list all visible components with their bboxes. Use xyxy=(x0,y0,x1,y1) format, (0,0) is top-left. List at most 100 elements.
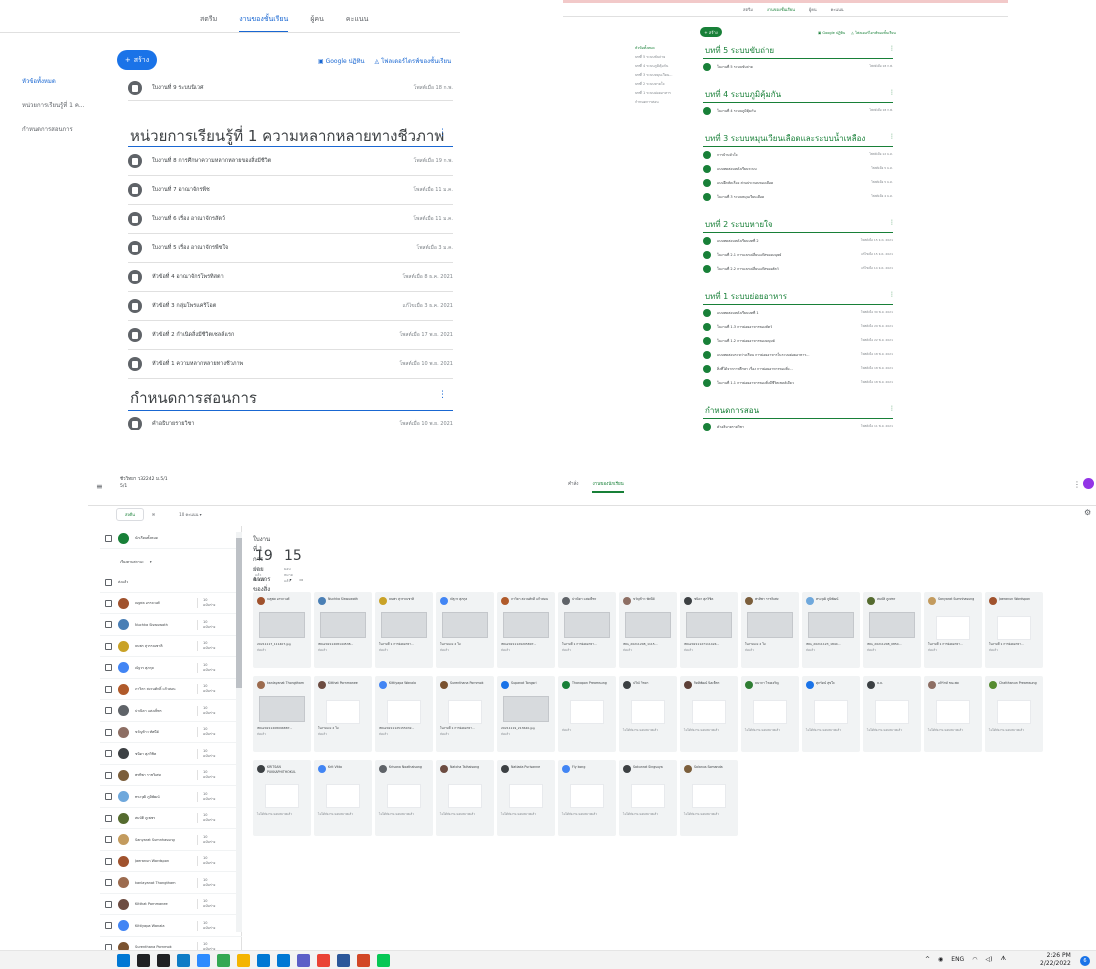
submission-card[interactable]: Supanat Tongsri 20211119_213640.jpg ส่งแล้… xyxy=(497,676,555,752)
grade-cell[interactable]: 10 ฉบับร่าง xyxy=(197,641,215,651)
submission-card[interactable]: ขวัญข้าว ทัศนีย์ IMG_20211208_1115... ส่งแ… xyxy=(619,592,677,668)
checkbox[interactable] xyxy=(105,857,112,865)
student-row[interactable]: ภาวิตา สงวนศักดิ์ แก้วสอน 10 ฉบับร่าง xyxy=(100,679,242,700)
student-row[interactable]: ณัฐวร ศุภกุล 10 ฉบับร่าง xyxy=(100,658,242,679)
checkbox[interactable] xyxy=(105,578,112,586)
assignment-row[interactable]: หัวข้อที่ 2 กำเนิดสิ่งมีชีวิตเซลล์แรก โพส… xyxy=(128,324,453,346)
student-row[interactable]: พรทิพา ราชวิเศษ 10 ฉบับร่าง xyxy=(100,765,242,786)
assignment-row[interactable]: แบบทดสอบหลังเรียนระบบ โพสต์เมื่อ 5 ม.ค. xyxy=(703,162,893,175)
grade-cell[interactable]: 10 ฉบับร่าง xyxy=(197,770,215,780)
student-row[interactable]: Kittiyapa Wanala 10 ฉบับร่าง xyxy=(100,916,242,937)
checkbox[interactable] xyxy=(105,728,112,736)
drive-folder-link[interactable]: ◬ โฟลเดอร์ไดรฟ์ของชั้นเรียน xyxy=(375,56,452,66)
assignment-row[interactable]: แบบฝึกหัดเรื่อง ส่วนประกอบของเลือด โพสต์เ… xyxy=(703,176,893,189)
sidebar-item[interactable]: บทที่ 2 ระบบหายใจ xyxy=(635,80,672,89)
submission-card[interactable]: Surenthana Pornmok ใบงานที่ 1 การย่อยอาหา… xyxy=(436,676,494,752)
line-icon[interactable] xyxy=(377,954,390,967)
assignment-row[interactable]: ใบงานที่ 3 ระบบหมุนเวียนเลือด โพสต์เมื่อ … xyxy=(703,190,893,203)
submission-card[interactable]: ธนพร สุวรรณชาติ ใบงานที่ 1 การย่อยอาหา...… xyxy=(375,592,433,668)
drive-folder-link[interactable]: ◬ โฟลเดอร์ไดรฟ์ของชั้นเรียน xyxy=(851,30,896,36)
windows-start-icon[interactable] xyxy=(117,954,130,967)
checkbox[interactable] xyxy=(105,534,112,542)
student-row[interactable]: สมบัติ ภูเพชร 10 ฉบับร่าง xyxy=(100,808,242,829)
checkbox[interactable] xyxy=(105,922,112,929)
submission-card[interactable]: ทรงวุฒิ ภูมิพัฒน์ IMG_20211123_1844... ส่ง… xyxy=(802,592,860,668)
edge-icon[interactable] xyxy=(177,954,190,967)
student-row[interactable]: Jaeranun Wordspon 10 ฉบับร่าง xyxy=(100,851,242,872)
assignment-row[interactable]: ใบงานที่ 6 เรื่อง อาณาจักรสัตว์ โพสต์เมื่… xyxy=(128,208,453,230)
checkbox[interactable] xyxy=(105,900,112,908)
more-vert-icon[interactable]: ⋮ xyxy=(438,128,447,138)
submission-card[interactable]: Krit Vitta ไม่ได้ส่งงาน มอบหมายแล้ว xyxy=(314,760,372,836)
network-icon[interactable]: ◉ xyxy=(938,956,943,963)
submission-card[interactable]: Natlada Purisanne ไม่ได้ส่งงาน มอบหมายแล้… xyxy=(497,760,555,836)
sidebar-item[interactable]: บทที่ 1 ระบบย่อยอาหาร xyxy=(635,89,672,98)
sort-select[interactable]: เรียงตามสถานะ ▾ xyxy=(100,551,242,572)
grade-cell[interactable]: 10 ฉบับร่าง xyxy=(197,834,215,845)
student-row[interactable]: Sanyarat Sumnhasung 10 ฉบับร่าง xyxy=(100,830,242,851)
sidebar-item[interactable]: บทที่ 4 ระบบภูมิคุ้มกัน xyxy=(635,62,672,71)
assignment-row[interactable]: หัวข้อที่ 4 อาณาจักรโพรทิสตา โพสต์เมื่อ 8… xyxy=(128,266,453,288)
grade-cell[interactable]: 10 ฉบับร่าง xyxy=(197,727,215,737)
assigned-count[interactable]: 15 xyxy=(284,548,302,564)
grade-cell[interactable]: 10 ฉบับร่าง xyxy=(197,877,215,888)
submission-card[interactable]: Thanapon Preamsung ส่งแล้ว xyxy=(558,676,616,752)
teams-icon[interactable] xyxy=(297,954,310,967)
assignment-row[interactable]: ใบงานที่ 9 ระบบนิเวศ โพสต์เมื่อ 18 ก.พ. xyxy=(128,77,453,99)
more-vert-icon[interactable]: ⋮ xyxy=(889,291,895,298)
grade-cell[interactable]: 10 ฉบับร่าง xyxy=(197,748,215,759)
file-explorer-icon[interactable] xyxy=(237,954,250,967)
student-row[interactable]: Nuchka Siswuwoth 10 ฉบับร่าง xyxy=(100,615,242,636)
sidebar-item[interactable]: บทที่ 3 ระบบหมุนเวียน... xyxy=(635,71,672,80)
submission-card[interactable]: Krisana Noathaisong ไม่ได้ส่งงาน มอบหมายแ… xyxy=(375,760,433,836)
google-calendar-link[interactable]: ▣ Google ปฏิทิน xyxy=(818,30,845,36)
tab-classwork[interactable]: งานของชั้นเรียน xyxy=(239,14,289,33)
submission-card[interactable]: ณัฐวร ศุภกุล ใบงานบ.ม 2 ใบ ส่งแล้ว xyxy=(436,592,494,668)
submission-card[interactable]: Kittiyapa Wanala IMG20211125155032... ส่งแ… xyxy=(375,676,433,752)
return-button[interactable]: ส่งคืน xyxy=(116,508,144,521)
chrome-icon[interactable] xyxy=(217,954,230,967)
assignment-row[interactable]: ใบงานที่ 2.2 การแลกเปลี่ยนแก๊สของสัตว์ แก… xyxy=(703,262,893,275)
powerpoint-icon[interactable] xyxy=(357,954,370,967)
chrome-profile-icon[interactable] xyxy=(317,954,330,967)
grade-cell[interactable]: 10 ฉบับร่าง xyxy=(197,598,215,608)
grade-cell[interactable]: 10 ฉบับร่าง xyxy=(197,791,215,802)
word-icon[interactable] xyxy=(337,954,350,967)
material-row[interactable]: คำอธิบายรายวิชา โพสต์เมื่อ 10 พ.ย. 2021 xyxy=(128,413,453,430)
grade-cell[interactable]: 10 ฉบับร่าง xyxy=(197,662,215,673)
submission-card[interactable]: ณฐพล อรรถวงศ์ 20211117_111407.jpg ส่งแล้ว xyxy=(253,592,311,668)
checkbox[interactable] xyxy=(105,793,112,800)
chevron-up-icon[interactable]: ^ xyxy=(925,956,930,963)
checkbox[interactable] xyxy=(105,750,112,757)
submission-card[interactable]: ภาวิตา สงวนศักดิ์ แก้วสอน IMG202111292058… xyxy=(497,592,555,668)
grade-cell[interactable]: 10 ฉบับร่าง xyxy=(197,899,215,909)
grade-cell[interactable]: 10 ฉบับร่าง xyxy=(197,813,215,823)
assignment-row[interactable]: ใบงานที่ 5 เรื่อง อาณาจักรพืชใจ โพสต์เมื่… xyxy=(128,237,453,259)
ime-icon[interactable]: ᗑ xyxy=(1000,955,1006,963)
more-vert-icon[interactable]: ⋮ xyxy=(889,45,895,52)
submission-card[interactable]: ธ.ธ. ไม่ได้ส่งงาน มอบหมายแล้ว xyxy=(863,676,921,752)
student-list-scrollbar[interactable] xyxy=(236,532,242,932)
submission-card[interactable]: ปวีณ์ วิชยา ไม่ได้ส่งงาน มอบหมายแล้ว xyxy=(619,676,677,752)
assignment-row[interactable]: ใบงานที่ 5 ระบบขับถ่าย โพสต์เมื่อ 18 ก.พ. xyxy=(703,60,893,73)
submission-card[interactable]: Sanyarat Sumnhasung ใบงานที่ 1 การย่อยอาห… xyxy=(924,592,982,668)
wifi-icon[interactable]: ◠ xyxy=(972,956,977,963)
submission-card[interactable]: อภิรักษ์ ชนะพล ไม่ได้ส่งงาน มอบหมายแล้ว xyxy=(924,676,982,752)
assignment-row[interactable]: แบบทดสอบหลังเรียนบทที่ 2 โพสต์เมื่อ 15 ธ.… xyxy=(703,234,893,247)
student-row[interactable]: ทรงวุฒิ ภูมิพัฒน์ 10 ฉบับร่าง xyxy=(100,787,242,808)
grade-cell[interactable]: 10 ฉบับร่าง xyxy=(197,705,215,716)
submission-card[interactable]: Natcha Taihaisong ไม่ได้ส่งงาน มอบหมายแล้… xyxy=(436,760,494,836)
tab-stream[interactable]: สตรีม xyxy=(200,14,217,33)
mail-icon[interactable] xyxy=(277,954,290,967)
submission-card[interactable]: Fly kong ไม่ได้ส่งงาน มอบหมายแล้ว xyxy=(558,760,616,836)
student-row[interactable]: kanlayanat Thongtham 10 ฉบับร่าง xyxy=(100,873,242,894)
grade-cell[interactable]: 10 ฉบับร่าง xyxy=(197,920,215,931)
assignment-row[interactable]: ใบงานที่ 2.1 การแลกเปลี่ยนแก๊สของมนุษย์แ… xyxy=(703,248,893,261)
assignment-row[interactable]: ใบงานที่ 1.3 การย่อยอาหารของสัตว์ โพสต์เม… xyxy=(703,320,893,333)
submission-card[interactable]: Chatthanun Preamsung ไม่ได้ส่งงาน มอบหมาย… xyxy=(985,676,1043,752)
grade-cell[interactable]: 10 ฉบับร่าง xyxy=(197,684,215,694)
submission-card[interactable]: ปาณิตา แสงเพ็ชร ใบงานที่ 1 การย่อยอาหา...… xyxy=(558,592,616,668)
notification-badge[interactable]: 6 xyxy=(1080,956,1090,966)
tab-people[interactable]: ผู้คน xyxy=(310,14,324,33)
assignment-row[interactable]: ใบงานที่ 1.2 การย่อยอาหารของมนุษย์ โพสต์เ… xyxy=(703,334,893,347)
